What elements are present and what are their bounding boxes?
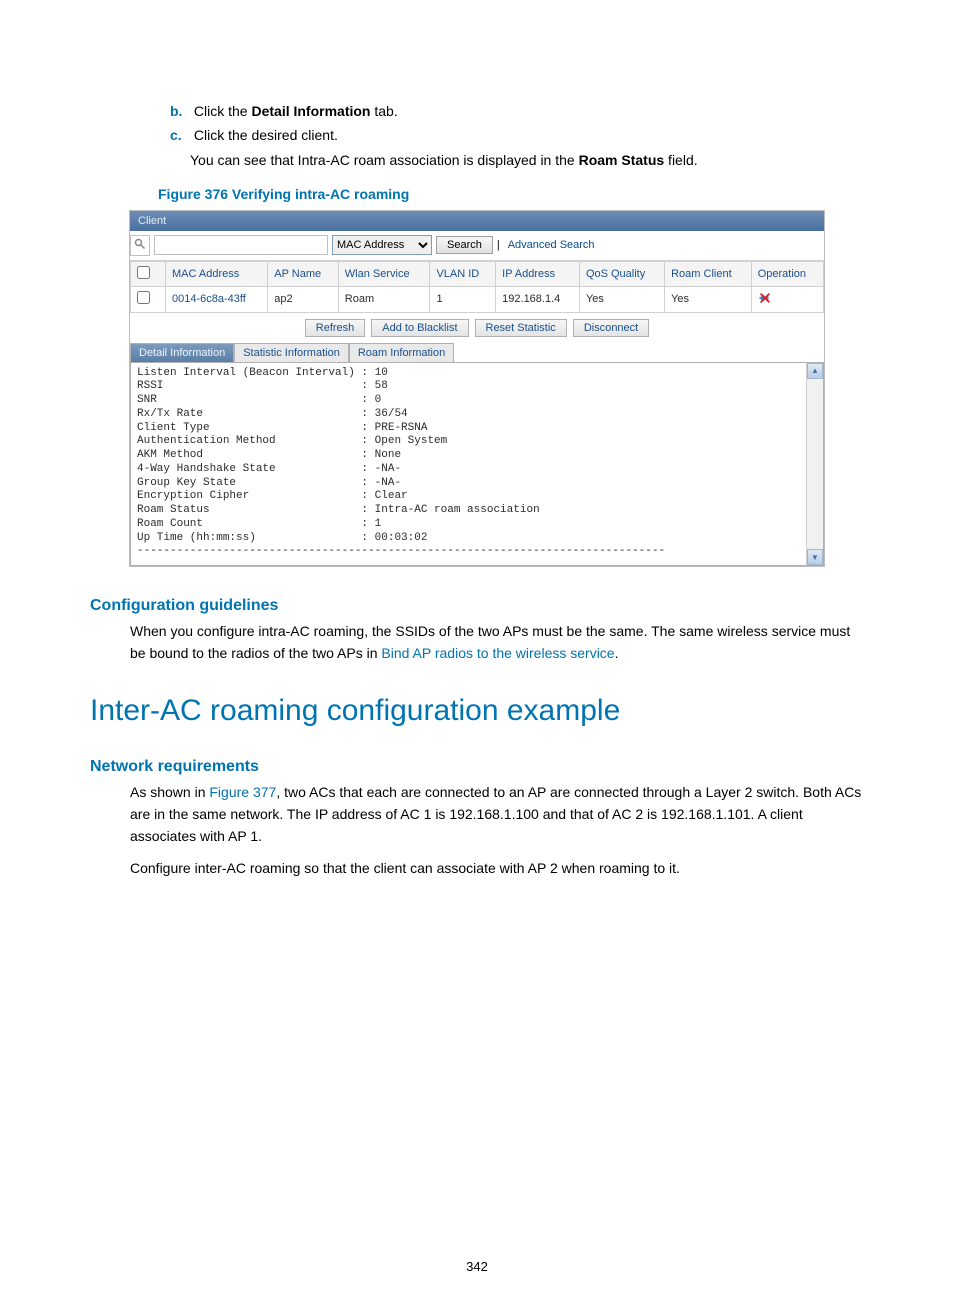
col-qos[interactable]: QoS Quality xyxy=(579,261,664,286)
col-ip[interactable]: IP Address xyxy=(496,261,580,286)
scroll-up-icon[interactable]: ▲ xyxy=(807,363,823,379)
client-screenshot: Client MAC Address Search | Advanced Sea… xyxy=(129,210,825,568)
search-button[interactable]: Search xyxy=(436,236,493,254)
client-table: MAC Address AP Name Wlan Service VLAN ID… xyxy=(130,261,824,313)
table-row[interactable]: 0014-6c8a-43ff ap2 Roam 1 192.168.1.4 Ye… xyxy=(131,286,824,312)
cell-vlan: 1 xyxy=(430,286,496,312)
cell-ap: ap2 xyxy=(268,286,339,312)
select-all-checkbox[interactable] xyxy=(137,266,150,279)
disconnect-button[interactable]: Disconnect xyxy=(573,319,649,337)
figure-caption: Figure 376 Verifying intra-AC roaming xyxy=(158,186,864,202)
search-icon xyxy=(130,235,150,256)
reset-statistic-button[interactable]: Reset Statistic xyxy=(475,319,567,337)
divider: | xyxy=(497,239,500,251)
col-wlan[interactable]: Wlan Service xyxy=(338,261,430,286)
col-roam[interactable]: Roam Client xyxy=(665,261,752,286)
tab-statistic-info[interactable]: Statistic Information xyxy=(234,343,349,362)
step-c-text: Click the desired client. xyxy=(194,127,338,143)
search-field-select[interactable]: MAC Address xyxy=(332,235,432,255)
cell-qos: Yes xyxy=(579,286,664,312)
step-c-letter: c. xyxy=(170,124,190,148)
scroll-down-icon[interactable]: ▼ xyxy=(807,549,823,565)
action-bar: Refresh Add to Blacklist Reset Statistic… xyxy=(130,313,824,343)
refresh-button[interactable]: Refresh xyxy=(305,319,366,337)
step-b-letter: b. xyxy=(170,100,190,124)
window-titlebar: Client xyxy=(130,211,824,231)
detail-text: Listen Interval (Beacon Interval) : 10 R… xyxy=(137,367,817,560)
network-req-para2: Configure inter-AC roaming so that the c… xyxy=(130,858,864,880)
link-bind-ap-radios[interactable]: Bind AP radios to the wireless service xyxy=(381,645,614,661)
tab-roam-info[interactable]: Roam Information xyxy=(349,343,454,362)
heading-inter-ac: Inter-AC roaming configuration example xyxy=(90,694,864,728)
add-blacklist-button[interactable]: Add to Blacklist xyxy=(371,319,468,337)
config-guidelines-text: When you configure intra-AC roaming, the… xyxy=(130,621,864,664)
network-req-para1: As shown in Figure 377, two ACs that eac… xyxy=(130,782,864,847)
note-line: You can see that Intra-AC roam associati… xyxy=(190,152,864,168)
info-tabs: Detail Information Statistic Information… xyxy=(130,343,824,362)
cell-mac[interactable]: 0014-6c8a-43ff xyxy=(166,286,268,312)
cell-wlan: Roam xyxy=(338,286,430,312)
cell-roam: Yes xyxy=(665,286,752,312)
cell-ip: 192.168.1.4 xyxy=(496,286,580,312)
advanced-search-link[interactable]: Advanced Search xyxy=(508,239,595,251)
page-number: 342 xyxy=(0,1259,954,1274)
link-figure-377[interactable]: Figure 377 xyxy=(209,784,276,800)
step-b-text: Click the Detail Information tab. xyxy=(194,103,398,119)
col-mac[interactable]: MAC Address xyxy=(166,261,268,286)
heading-network-req: Network requirements xyxy=(90,758,864,776)
col-vlan[interactable]: VLAN ID xyxy=(430,261,496,286)
scrollbar[interactable]: ▲ ▼ xyxy=(806,363,823,566)
col-ap[interactable]: AP Name xyxy=(268,261,339,286)
step-c: c. Click the desired client. xyxy=(170,124,864,148)
tab-detail-info[interactable]: Detail Information xyxy=(130,343,234,362)
search-input[interactable] xyxy=(154,235,328,255)
heading-config-guidelines: Configuration guidelines xyxy=(90,597,864,615)
search-bar: MAC Address Search | Advanced Search xyxy=(130,231,824,261)
step-b: b. Click the Detail Information tab. xyxy=(170,100,864,124)
col-op[interactable]: Operation xyxy=(751,261,823,286)
disconnect-icon[interactable] xyxy=(751,286,823,312)
detail-pane: Listen Interval (Beacon Interval) : 10 R… xyxy=(130,362,824,567)
row-checkbox[interactable] xyxy=(137,291,150,304)
